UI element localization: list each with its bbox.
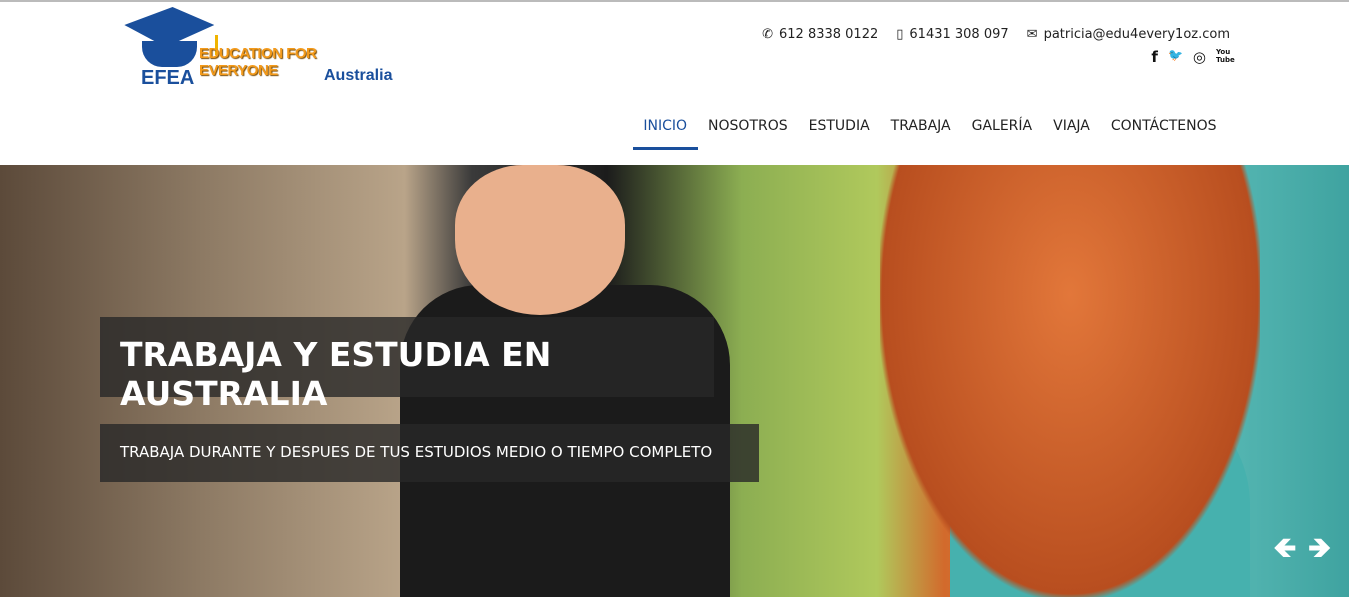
cap-base — [142, 41, 197, 67]
hero-slider: TRABAJA Y ESTUDIA EN AUSTRALIA TRABAJA D… — [0, 165, 1349, 597]
youtube-icon[interactable]: You Tube — [1216, 48, 1235, 66]
contact-bar: ✆ 612 8338 0122 ▯ 61431 308 097 ✉ patricia@… — [762, 27, 1230, 42]
arrow-left-icon[interactable]: 🡸 — [1274, 527, 1297, 575]
slide-title: TRABAJA Y ESTUDIA EN AUSTRALIA — [100, 317, 714, 413]
phone-number: 612 8338 0122 — [779, 27, 879, 42]
nav-trabaja[interactable]: TRABAJA — [880, 117, 961, 150]
instagram-icon[interactable]: ◎ — [1193, 48, 1206, 66]
nav-viaja[interactable]: VIAJA — [1043, 117, 1101, 150]
nav-estudia[interactable]: ESTUDIA — [798, 117, 880, 150]
mobile-number: 61431 308 097 — [909, 27, 1009, 42]
slide-subtitle: TRABAJA DURANTE Y DESPUES DE TUS ESTUDIO… — [100, 424, 759, 482]
slider-controls: 🡸 🡺 — [1274, 527, 1332, 575]
logo[interactable]: EFEA EDUCATION FOR EVERYONE Australia — [122, 5, 392, 93]
logo-country: Australia — [324, 67, 393, 84]
facebook-icon[interactable]: f — [1151, 48, 1158, 66]
header: EFEA EDUCATION FOR EVERYONE Australia ✆ 6… — [0, 2, 1349, 165]
hero-image-girl-hair — [880, 165, 1260, 597]
email-address: patricia@edu4every1oz.com — [1043, 27, 1230, 42]
logo-abbr: EFEA — [141, 67, 195, 89]
nav-galeria[interactable]: GALERÍA — [961, 117, 1043, 150]
arrow-right-icon[interactable]: 🡺 — [1308, 527, 1331, 575]
nav-nosotros[interactable]: NOSOTROS — [698, 117, 799, 150]
nav-inicio[interactable]: INICIO — [632, 117, 698, 150]
mobile-icon: ▯ — [896, 27, 904, 42]
email-contact[interactable]: ✉ patricia@edu4every1oz.com — [1027, 27, 1230, 42]
nav-contactenos[interactable]: CONTÁCTENOS — [1100, 117, 1227, 150]
phone-icon: ✆ — [762, 27, 773, 42]
phone-contact[interactable]: ✆ 612 8338 0122 — [762, 27, 878, 42]
social-links: f 🐦 ◎ You Tube — [1151, 48, 1235, 66]
envelope-icon: ✉ — [1026, 27, 1038, 42]
hero-image-student-face — [455, 165, 625, 315]
mobile-contact[interactable]: ▯ 61431 308 097 — [896, 27, 1008, 42]
twitter-icon[interactable]: 🐦 — [1168, 48, 1183, 66]
main-nav: INICIO NOSOTROS ESTUDIA TRABAJA GALERÍA … — [632, 117, 1227, 150]
